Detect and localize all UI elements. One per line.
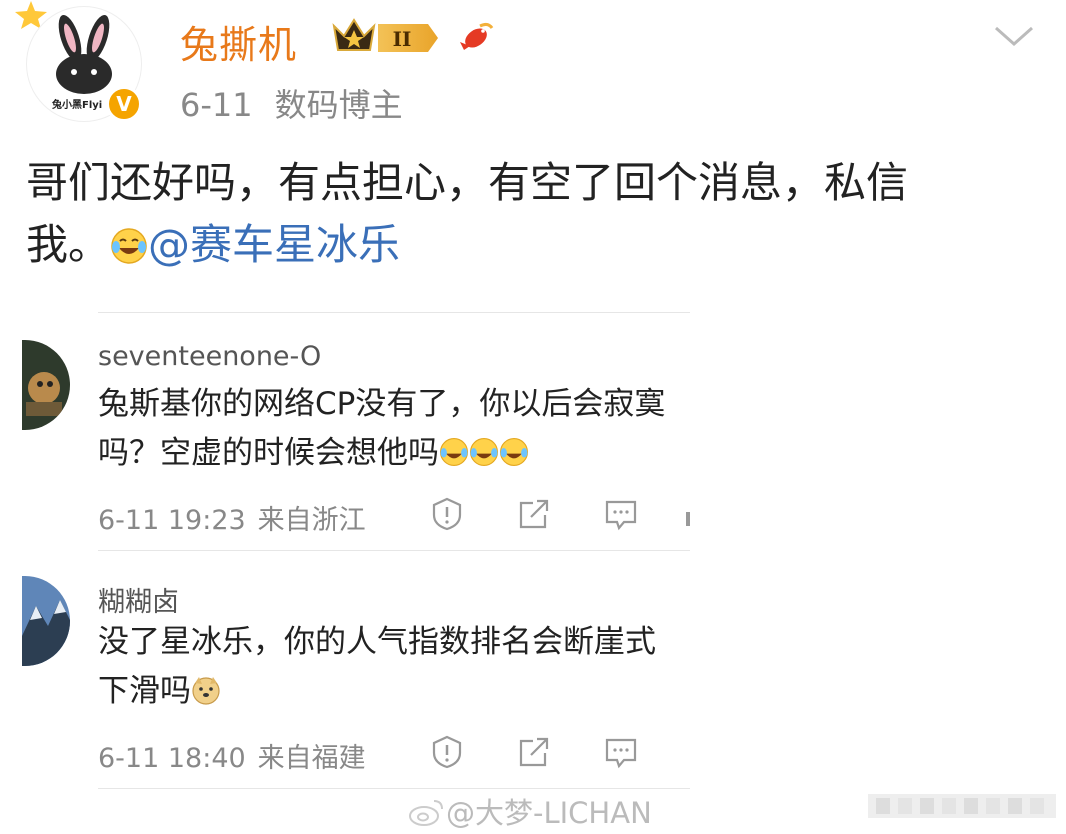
comment-icon[interactable] (604, 735, 638, 769)
laugh-cry-emoji-icon (439, 433, 469, 467)
comment-username[interactable]: 糊糊卤 (98, 580, 179, 619)
crown-icon (330, 16, 378, 56)
level-badge: II (378, 22, 440, 54)
comment-meta: 6-11 19:23 来自浙江 (98, 498, 378, 537)
post-text: 哥们还好吗，有点担心，有空了回个消息，私信 我。 @赛车星冰乐 (26, 152, 1026, 276)
comment-divider (98, 312, 690, 313)
watermark: @大梦-LICHAN (408, 790, 652, 832)
post-text-line2: 我。 (26, 220, 111, 269)
blurred-region (868, 790, 1056, 822)
laugh-cry-emoji-icon (469, 433, 499, 467)
post-date: 6-11 (180, 86, 253, 124)
comment-icon[interactable] (604, 497, 638, 531)
koi-fish-icon (456, 18, 496, 58)
comment-username[interactable]: seventeenone-O (98, 341, 321, 372)
verified-badge-icon: V (106, 86, 142, 122)
comment-avatar[interactable] (22, 576, 70, 666)
share-icon[interactable] (517, 497, 551, 531)
comment-location: 来自浙江 (257, 505, 366, 536)
like-icon[interactable] (686, 512, 690, 526)
post-meta: 6-11 数码博主 (180, 80, 425, 126)
comment-time: 6-11 18:40 (98, 743, 246, 774)
level-badge-text: II (393, 27, 412, 51)
watermark-text: @大梦-LICHAN (446, 796, 652, 830)
chevron-down-icon[interactable] (992, 22, 1036, 50)
comment-text-line1: 兔斯基你的网络CP没有了，你以后会寂寞 (98, 386, 666, 422)
comment-meta: 6-11 18:40 来自福建 (98, 736, 378, 775)
laugh-cry-emoji-icon (499, 433, 529, 467)
report-icon[interactable] (430, 735, 464, 769)
laugh-cry-emoji-icon (110, 220, 148, 264)
author-name[interactable]: 兔撕机 (180, 14, 297, 69)
report-icon[interactable] (430, 497, 464, 531)
post-text-line1: 哥们还好吗，有点担心，有空了回个消息，私信 (26, 158, 909, 207)
doge-emoji-icon (191, 671, 221, 705)
comment-avatar[interactable] (22, 340, 70, 430)
comment-text-line1: 没了星冰乐，你的人气指数排名会断崖式 (98, 624, 656, 660)
comment-text: 没了星冰乐，你的人气指数排名会断崖式 下滑吗 (98, 618, 690, 716)
weibo-logo-icon (408, 797, 446, 827)
comment-text: 兔斯基你的网络CP没有了，你以后会寂寞 吗？空虚的时候会想他吗 (98, 380, 690, 478)
comment-text-line2: 吗？空虚的时候会想他吗 (98, 435, 439, 471)
share-icon[interactable] (517, 735, 551, 769)
author-tag: 数码博主 (274, 86, 403, 124)
comment-text-line2: 下滑吗 (98, 673, 191, 709)
avatar-caption: 兔小黑Flyi (52, 100, 103, 111)
comment-divider (98, 788, 690, 789)
comment-location: 来自福建 (257, 743, 366, 774)
comment-time: 6-11 19:23 (98, 505, 246, 536)
mention-link[interactable]: @赛车星冰乐 (148, 220, 400, 269)
comment-divider (98, 550, 690, 551)
